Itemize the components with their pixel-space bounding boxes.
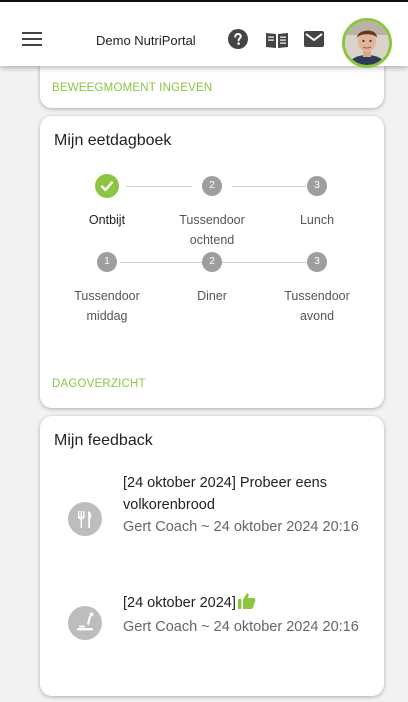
step-label: Lunch <box>299 213 335 227</box>
avatar[interactable] <box>342 18 392 68</box>
main-content: BEWEEGMOMENT INGEVEN Mijn eetdagboek Ont… <box>0 46 408 702</box>
meal-stepper-row-1: Ontbijt 2 Tussendoor ochtend 3 Lunch <box>40 174 384 256</box>
menu-icon[interactable] <box>22 32 42 46</box>
exercise-icon <box>68 606 102 640</box>
check-icon <box>95 174 119 198</box>
step-label: Diner <box>197 289 227 303</box>
step-number: 1 <box>97 252 117 272</box>
step-ontbijt[interactable]: Ontbijt <box>57 174 157 230</box>
step-label: Tussendoor middag <box>74 289 140 323</box>
app-header: Demo NutriPortal <box>0 2 408 68</box>
step-tussendoor-avond[interactable]: 3 Tussendoor avond <box>267 252 367 326</box>
step-diner[interactable]: 2 Diner <box>162 252 262 306</box>
feedback-meta: Gert Coach ~ 24 oktober 2024 20:16 <box>123 619 359 635</box>
step-label: Tussendoor avond <box>284 289 350 323</box>
feedback-message: [24 oktober 2024] Probeer eens volkorenb… <box>123 475 327 513</box>
step-lunch[interactable]: 3 Lunch <box>267 176 367 230</box>
app-title: Demo NutriPortal <box>96 33 196 48</box>
cutlery-icon <box>68 502 102 536</box>
feedback-body: [24 oktober 2024] Gert Coach ~ 24 oktobe… <box>123 592 363 638</box>
food-diary-card: Mijn eetdagboek Ontbijt 2 Tussendoor och… <box>40 116 384 408</box>
book-icon[interactable] <box>265 31 289 54</box>
feedback-message-row: [24 oktober 2024] <box>123 592 363 616</box>
thumbs-up-icon <box>237 593 256 616</box>
feedback-body: [24 oktober 2024] Probeer eens volkorenb… <box>123 472 363 538</box>
step-label: Tussendoor ochtend <box>179 213 245 247</box>
food-diary-title: Mijn eetdagboek <box>54 132 172 149</box>
day-overview-link[interactable]: DAGOVERZICHT <box>52 378 146 390</box>
log-movement-link[interactable]: BEWEEGMOMENT INGEVEN <box>52 82 212 94</box>
step-number: 2 <box>202 176 222 196</box>
step-tussendoor-middag[interactable]: 1 Tussendoor middag <box>57 252 157 326</box>
step-label: Ontbijt <box>88 213 126 227</box>
help-icon[interactable] <box>228 29 248 54</box>
feedback-title: Mijn feedback <box>54 432 153 449</box>
meal-stepper-row-2: 1 Tussendoor middag 2 Diner 3 Tussendoor… <box>40 252 384 332</box>
feedback-message: [24 oktober 2024] <box>123 595 236 611</box>
step-tussendoor-ochtend[interactable]: 2 Tussendoor ochtend <box>162 176 262 250</box>
step-number: 3 <box>307 176 327 196</box>
feedback-meta: Gert Coach ~ 24 oktober 2024 20:16 <box>123 519 359 535</box>
step-number: 2 <box>202 252 222 272</box>
mail-icon[interactable] <box>304 31 324 52</box>
step-number: 3 <box>307 252 327 272</box>
feedback-card: Mijn feedback [24 oktober 2024] Probeer … <box>40 416 384 696</box>
